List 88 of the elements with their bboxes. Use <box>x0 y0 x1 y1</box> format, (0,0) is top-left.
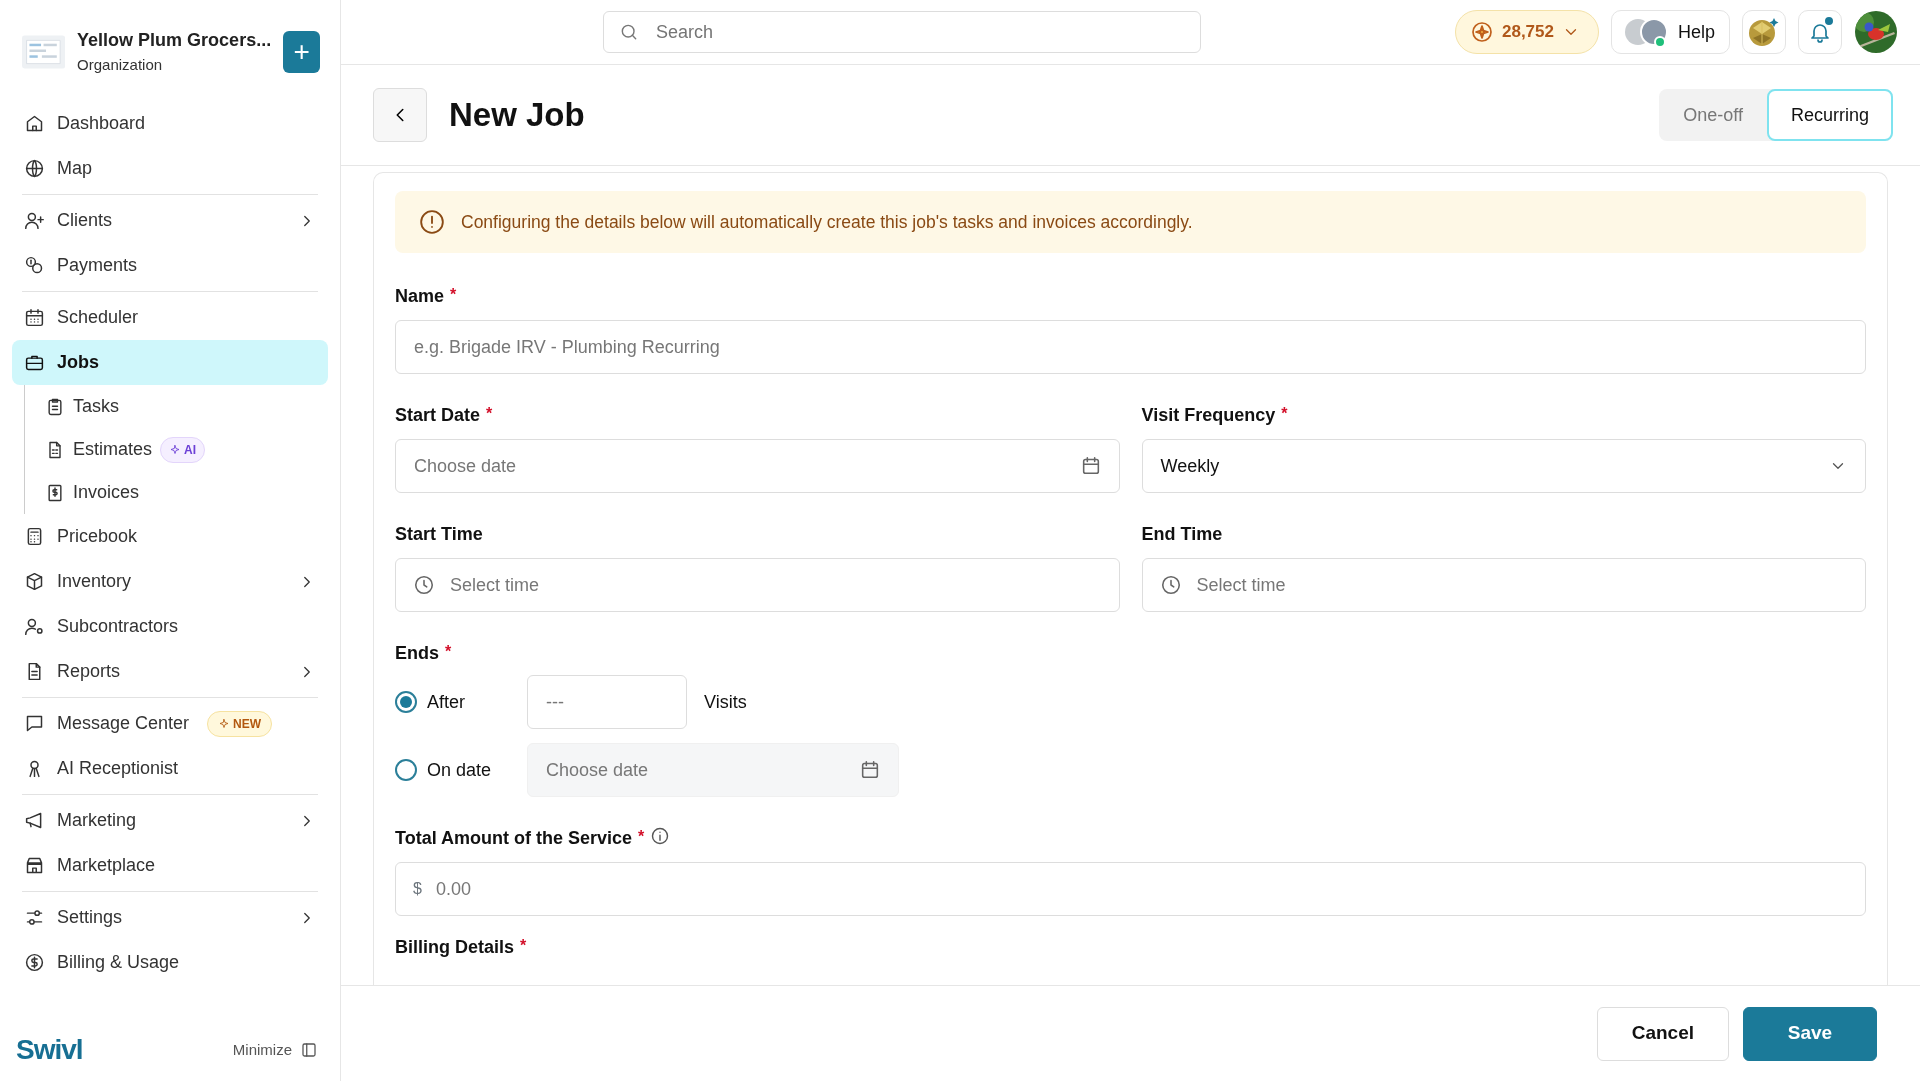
minimize-button[interactable]: Minimize <box>226 1037 324 1063</box>
date-field[interactable]: Choose date <box>527 743 899 797</box>
field-label: Visit Frequency <box>1141 404 1276 427</box>
globe-icon <box>24 158 45 179</box>
sidebar-toggle-icon <box>300 1041 318 1059</box>
time-field[interactable]: Select time <box>395 558 1120 612</box>
sidebar-item[interactable]: Marketing <box>12 798 328 843</box>
clock-icon <box>413 574 435 596</box>
sidebar-item[interactable]: Payments <box>12 243 328 288</box>
required-mark: * <box>445 642 452 662</box>
sliders-icon <box>24 907 45 928</box>
clipboard-icon <box>45 396 65 417</box>
field-label: Billing Details <box>395 936 515 959</box>
add-button[interactable]: + <box>283 31 320 73</box>
radio-button[interactable] <box>395 691 417 713</box>
field-label: Start Date <box>395 404 481 427</box>
sidebar-subitem[interactable]: Estimates AI <box>45 428 318 471</box>
alert-icon <box>419 209 445 235</box>
name-field[interactable]: e.g. Brigade IRV - Plumbing Recurring <box>395 320 1866 374</box>
info-icon <box>650 826 671 846</box>
logo: Swivl <box>16 1033 83 1067</box>
points-button[interactable]: 28,752 <box>1454 10 1599 54</box>
required-mark: * <box>450 285 457 305</box>
ai-tag: AI <box>160 436 206 463</box>
sidebar-item[interactable]: Jobs <box>12 340 328 385</box>
job-type-tab[interactable]: Recurring <box>1766 89 1893 141</box>
sidebar-item[interactable]: Reports <box>12 649 328 694</box>
sidebar-item[interactable]: Inventory <box>12 559 328 604</box>
sidebar-subitem[interactable]: Invoices <box>45 471 318 514</box>
notifications-button[interactable] <box>1798 10 1842 54</box>
sidebar-item[interactable]: Message Center NEW <box>12 701 328 746</box>
sidebar-subitem[interactable]: Tasks <box>45 385 318 428</box>
cancel-button[interactable]: Cancel <box>1596 1006 1729 1061</box>
search-field[interactable]: Search <box>603 11 1201 53</box>
sidebar-item[interactable]: Billing & Usage <box>12 940 328 985</box>
unit-label: Visits <box>704 690 747 714</box>
rewards-button[interactable] <box>1742 10 1786 54</box>
currency-symbol: $ <box>413 879 422 899</box>
field-label: Name <box>395 285 445 308</box>
store-icon <box>24 855 45 876</box>
field-label: Start Time <box>395 523 483 546</box>
user-plus-icon <box>24 210 45 231</box>
time-field[interactable]: Select time <box>1141 558 1866 612</box>
frequency-dropdown[interactable]: Weekly <box>1141 439 1866 493</box>
field-label: Ends <box>395 642 439 665</box>
sidebar-item[interactable]: Subcontractors <box>12 604 328 649</box>
page-title: New Job <box>449 95 585 135</box>
sidebar-item[interactable]: Scheduler <box>12 295 328 340</box>
radio-button[interactable] <box>395 759 417 781</box>
avatars-icon <box>1623 16 1668 48</box>
required-mark: * <box>1281 404 1288 424</box>
field-label: Total Amount of the Service <box>395 827 633 850</box>
coins-icon <box>24 255 45 276</box>
sidebar-item[interactable]: Map <box>12 146 328 191</box>
sidebar-item[interactable]: Marketplace <box>12 843 328 888</box>
sparkle-icon <box>169 443 182 456</box>
home-icon <box>24 113 45 134</box>
required-mark: * <box>638 827 645 847</box>
sidebar-item[interactable]: AI Receptionist <box>12 746 328 791</box>
dollar-document-icon <box>45 482 65 503</box>
date-field[interactable]: Choose date <box>395 439 1120 493</box>
save-button[interactable]: Save <box>1743 1006 1877 1061</box>
calendar-icon <box>859 759 881 781</box>
calendar-icon <box>24 307 45 328</box>
sidebar-item[interactable]: Pricebook <box>12 514 328 559</box>
visits-field[interactable]: --- <box>527 675 687 729</box>
required-mark: * <box>486 404 493 424</box>
coin-icon <box>1469 20 1494 44</box>
sparkle-icon <box>218 717 231 730</box>
field-label: End Time <box>1141 523 1223 546</box>
required-mark: * <box>520 936 527 956</box>
option-label: On date <box>427 758 493 782</box>
sidebar-item[interactable]: Dashboard <box>12 101 328 146</box>
job-type-tab[interactable]: One-off <box>1659 89 1767 141</box>
option-label: After <box>427 690 466 714</box>
sidebar-item[interactable]: Clients <box>12 198 328 243</box>
sidebar-item[interactable]: Settings <box>12 895 328 940</box>
organization-label: Organization <box>77 55 164 76</box>
dollar-circle-icon <box>24 952 45 973</box>
cube-icon <box>24 571 45 592</box>
user-gear-icon <box>24 616 45 637</box>
organization-name: Yellow Plum Grocers... <box>77 29 272 53</box>
help-button[interactable]: Help <box>1610 10 1730 54</box>
info-message: Configuring the details below will automatically create this job's tasks and invoices accordingly. <box>461 210 1193 234</box>
clock-icon <box>1159 574 1182 596</box>
search-icon <box>619 22 639 42</box>
message-icon <box>24 713 45 734</box>
new-tag: NEW <box>207 710 273 737</box>
